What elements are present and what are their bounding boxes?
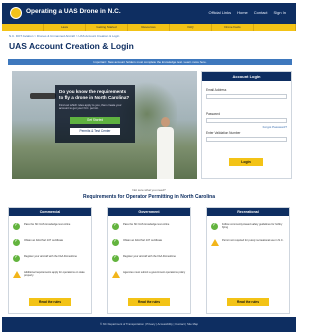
utility-links: Official Links Home Contact Sign In	[208, 10, 286, 15]
warning-icon	[112, 271, 120, 278]
person-body	[157, 127, 174, 179]
nav-item[interactable]: Laws	[44, 24, 86, 31]
utility-link[interactable]: Official Links	[208, 10, 231, 15]
requirement-item: Register your aircraft with the FAA Dron…	[13, 254, 89, 265]
requirement-item: Additional requirements apply for operat…	[13, 270, 89, 281]
requirement-item: Pass the NC UAS knowledge test online	[13, 222, 89, 233]
utility-link[interactable]: Home	[237, 10, 248, 15]
requirement-text: Obtain an FAA Part 107 certificate	[123, 239, 163, 242]
requirement-item: Pass the NC UAS knowledge test online	[112, 222, 188, 233]
hero-subtext: Find out which rules apply to you, then …	[59, 103, 122, 111]
page: Operating a UAS Drone in N.C. Official L…	[2, 0, 296, 332]
email-field[interactable]	[206, 94, 287, 99]
password-label: Password	[206, 112, 220, 116]
read-rules-button[interactable]: Read the rules	[29, 298, 71, 306]
login-button[interactable]: Login	[229, 158, 263, 166]
forgot-password-link[interactable]: Forgot Password?	[263, 125, 287, 129]
validation-label: Enter Validation Number	[206, 131, 241, 135]
site-title[interactable]: Operating a UAS Drone in N.C.	[26, 8, 121, 15]
alert-text[interactable]: Important: New account holders must comp…	[8, 59, 292, 65]
hero-question: Do you know the requirements to fly a dr…	[59, 89, 130, 100]
requirement-item: Agencies must submit a government operat…	[112, 270, 188, 281]
check-icon	[112, 222, 119, 230]
requirement-text: Follow community-based safety guidelines…	[222, 223, 283, 230]
warning-icon	[211, 239, 219, 246]
get-started-button[interactable]: Get Started	[70, 117, 120, 124]
requirement-item: Register your aircraft with the FAA Dron…	[112, 254, 188, 265]
requirement-item: Obtain an FAA Part 107 certificate	[112, 238, 188, 249]
page-title: UAS Account Creation & Login	[9, 41, 134, 51]
nav-item[interactable]: Drone Facts	[212, 24, 254, 31]
utility-link[interactable]: Contact	[254, 10, 268, 15]
drone-icon	[30, 93, 56, 99]
person-head	[161, 117, 170, 127]
utility-link[interactable]: Sign In	[274, 10, 286, 15]
card-title: Commercial	[9, 208, 91, 216]
requirements-title: Requirements for Operator Permitting in …	[83, 194, 215, 200]
state-seal-icon[interactable]	[10, 7, 22, 19]
requirements-intro: Not sure what you need?	[132, 188, 166, 192]
requirement-text: Obtain an FAA Part 107 certificate	[24, 239, 64, 242]
card-title: Recreational	[207, 208, 289, 216]
warning-icon	[13, 271, 21, 278]
hero-callout: Do you know the requirements to fly a dr…	[55, 85, 135, 143]
person-figure	[155, 117, 175, 179]
check-icon	[13, 238, 20, 246]
check-icon	[112, 254, 119, 262]
site-header: Operating a UAS Drone in N.C. Official L…	[2, 3, 296, 24]
requirement-item: Permit not required for purely recreatio…	[211, 238, 287, 249]
requirement-item: Follow community-based safety guidelines…	[211, 222, 287, 233]
check-icon	[112, 238, 119, 246]
alert-banner: Important: New account holders must comp…	[8, 59, 292, 65]
requirement-text: Agencies must submit a government operat…	[123, 271, 186, 274]
footer-links[interactable]: © NC Department of Transportation | Priv…	[2, 317, 296, 332]
nav-item[interactable]	[254, 24, 296, 31]
login-panel: Account Login Email Address Password For…	[201, 71, 292, 179]
check-icon	[13, 254, 20, 262]
nav-item[interactable]	[2, 24, 44, 31]
requirement-text: Register your aircraft with the FAA Dron…	[24, 255, 77, 258]
card-title: Government	[108, 208, 190, 216]
read-rules-button[interactable]: Read the rules	[128, 298, 170, 306]
requirement-card-recreational: Recreational Follow community-based safe…	[206, 207, 290, 314]
password-field[interactable]	[206, 118, 287, 123]
read-rules-button[interactable]: Read the rules	[227, 298, 269, 306]
email-label: Email Address	[206, 88, 227, 92]
main-nav: Laws Getting Started Resources FAQ Drone…	[2, 24, 296, 31]
requirement-text: Permit not required for purely recreatio…	[222, 239, 284, 242]
nav-item[interactable]: Getting Started	[86, 24, 128, 31]
login-title: Account Login	[202, 72, 291, 81]
requirement-card-government: Government Pass the NC UAS knowledge tes…	[107, 207, 191, 314]
requirement-item: Obtain an FAA Part 107 certificate	[13, 238, 89, 249]
site-footer: © NC Department of Transportation | Priv…	[2, 317, 296, 332]
requirement-text: Additional requirements apply for operat…	[24, 271, 85, 278]
nav-item[interactable]: FAQ	[170, 24, 212, 31]
permits-test-button[interactable]: Permits & Test Center	[70, 128, 120, 135]
check-icon	[13, 222, 20, 230]
requirement-card-commercial: Commercial Pass the NC UAS knowledge tes…	[8, 207, 92, 314]
validation-field[interactable]	[206, 137, 287, 142]
breadcrumb[interactable]: N.C. DOT Aviation > Drones & Unmanned Ai…	[9, 34, 119, 38]
nav-item[interactable]: Resources	[128, 24, 170, 31]
requirement-text: Pass the NC UAS knowledge test online	[24, 223, 71, 226]
requirement-text: Pass the NC UAS knowledge test online	[123, 223, 170, 226]
check-icon	[211, 222, 218, 230]
requirement-text: Register your aircraft with the FAA Dron…	[123, 255, 176, 258]
